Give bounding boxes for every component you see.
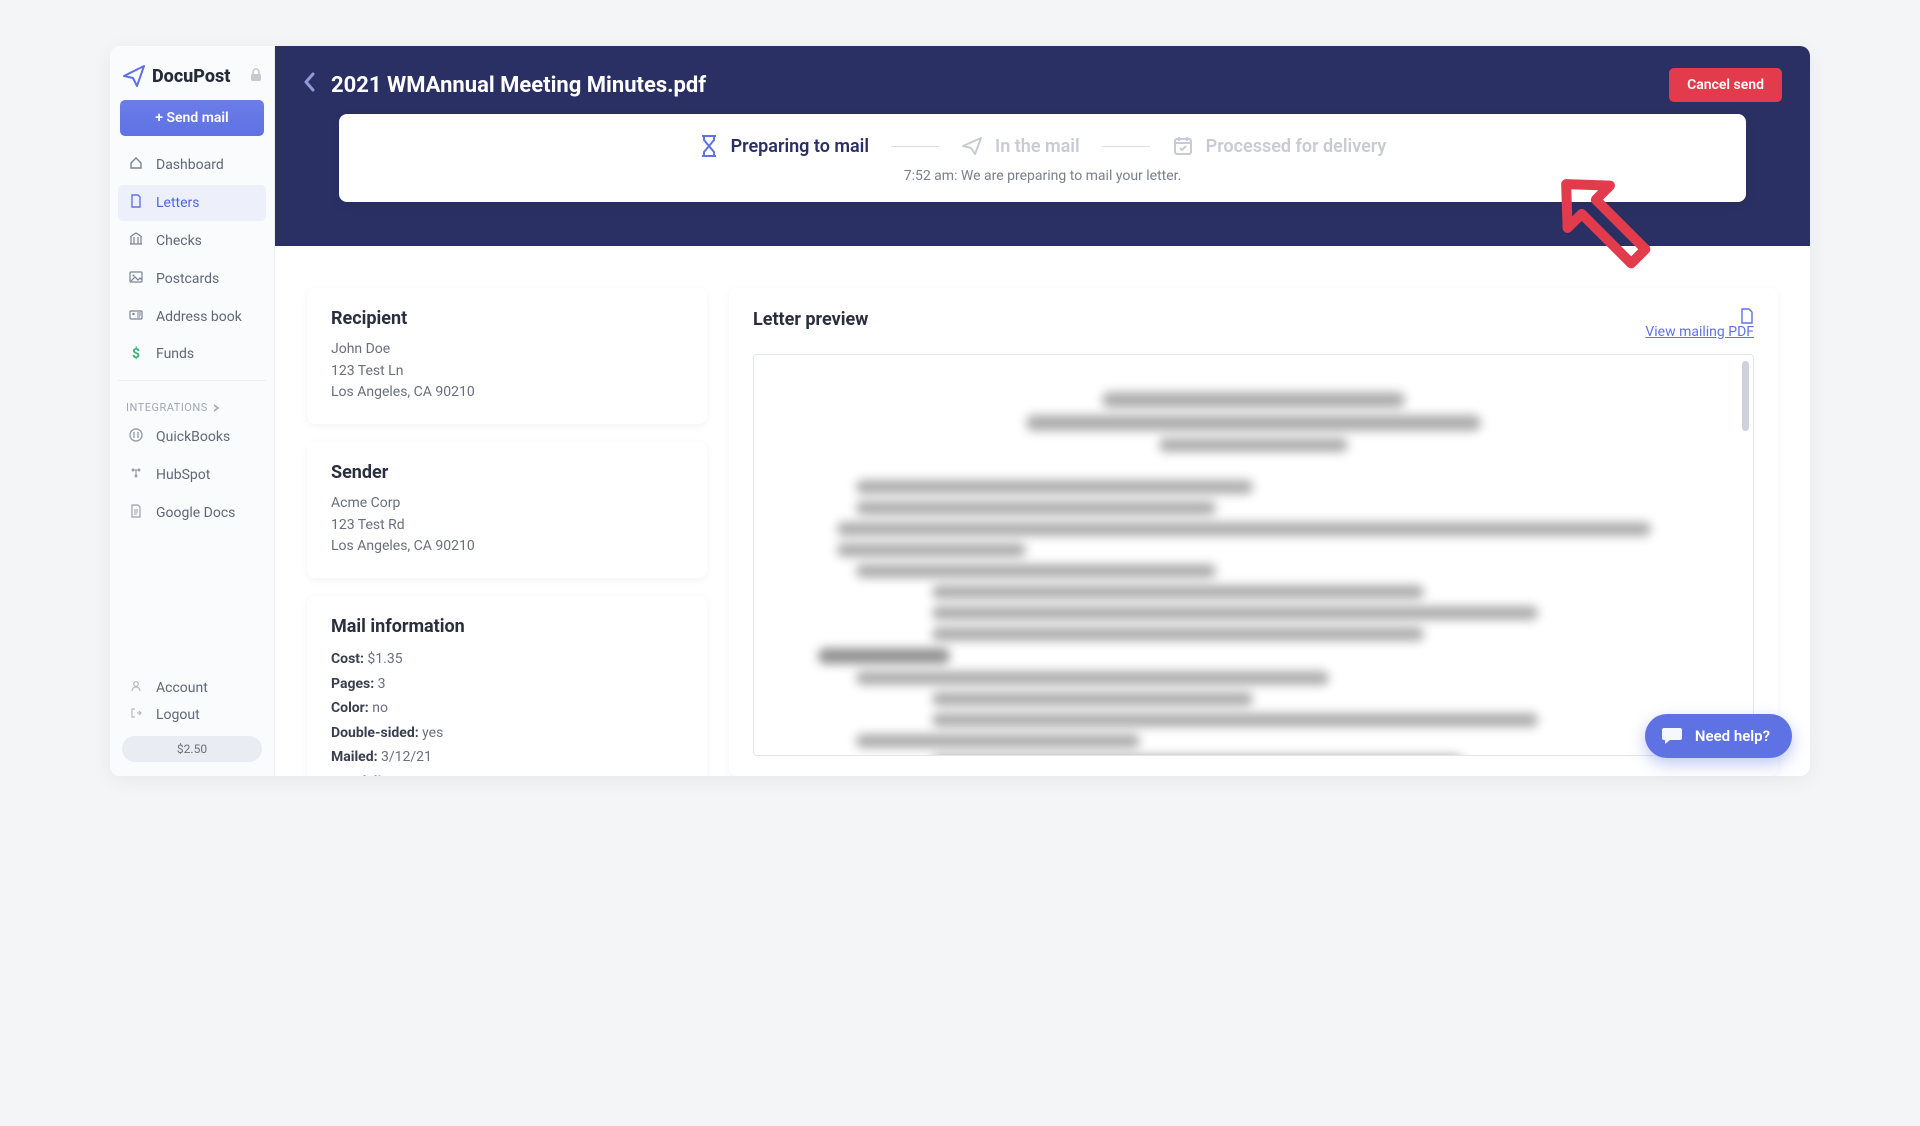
hourglass-icon xyxy=(699,134,719,158)
nav-postcards[interactable]: Postcards xyxy=(118,261,266,297)
brand-logo[interactable]: DocuPost xyxy=(118,60,266,100)
balance-pill[interactable]: $2.50 xyxy=(122,736,262,762)
recipient-heading: Recipient xyxy=(331,308,683,329)
file-icon xyxy=(128,194,144,212)
nav-checks[interactable]: Checks xyxy=(118,223,266,259)
info-est-delivery: Est. delivery: 3/18/21 xyxy=(331,770,683,776)
paper-plane-icon xyxy=(961,135,983,157)
doc-icon xyxy=(128,504,144,522)
hubspot-icon xyxy=(128,466,144,484)
nav-funds[interactable]: $ Funds xyxy=(118,337,266,371)
help-label: Need help? xyxy=(1695,727,1770,745)
step-divider xyxy=(891,146,939,147)
info-mailed: Mailed: 3/12/21 xyxy=(331,745,683,770)
image-icon xyxy=(128,270,144,288)
dollar-icon: $ xyxy=(128,346,144,362)
view-pdf-link[interactable]: View mailing PDF xyxy=(1645,324,1754,340)
nav-label: HubSpot xyxy=(156,467,210,483)
mail-info-card: Mail information Cost: $1.35 Pages: 3 Co… xyxy=(307,596,707,776)
progress-card: Preparing to mail In the mail Processed … xyxy=(339,114,1746,202)
nav-label: Checks xyxy=(156,233,202,249)
info-pages: Pages: 3 xyxy=(331,672,683,697)
step-in-mail: In the mail xyxy=(961,135,1080,157)
back-button[interactable] xyxy=(303,72,317,98)
step-divider xyxy=(1102,146,1150,147)
sender-card: Sender Acme Corp 123 Test Rd Los Angeles… xyxy=(307,442,707,578)
nav-letters[interactable]: Letters xyxy=(118,185,266,221)
lock-icon xyxy=(250,67,262,86)
bank-icon xyxy=(128,232,144,250)
step-label: Preparing to mail xyxy=(731,136,869,157)
letter-preview-card: Letter preview View mailing PDF xyxy=(729,288,1778,776)
nav-label: Funds xyxy=(156,346,194,362)
nav-dashboard[interactable]: Dashboard xyxy=(118,147,266,183)
preview-document[interactable] xyxy=(753,354,1754,756)
chevron-right-icon xyxy=(212,404,220,412)
sidebar: DocuPost + Send mail Dashboard Letters C… xyxy=(110,46,275,776)
recipient-name: John Doe xyxy=(331,339,683,361)
status-text: 7:52 am: We are preparing to mail your l… xyxy=(369,168,1716,184)
nav-address-book[interactable]: Address book xyxy=(118,299,266,335)
integrations-header[interactable]: INTEGRATIONS xyxy=(118,389,266,418)
blurred-content xyxy=(780,392,1727,756)
recipient-addr2: Los Angeles, CA 90210 xyxy=(331,382,683,404)
nav-label: Address book xyxy=(156,309,242,325)
send-mail-button[interactable]: + Send mail xyxy=(120,100,264,136)
nav-label: Google Docs xyxy=(156,505,235,521)
account-link[interactable]: Account xyxy=(118,675,266,701)
chat-icon xyxy=(1661,726,1683,746)
help-widget[interactable]: Need help? xyxy=(1645,714,1792,758)
info-color: Color: no xyxy=(331,696,683,721)
info-cost: Cost: $1.35 xyxy=(331,647,683,672)
sender-heading: Sender xyxy=(331,462,683,483)
nav-label: Postcards xyxy=(156,271,219,287)
logout-link[interactable]: Logout xyxy=(118,702,266,728)
step-preparing: Preparing to mail xyxy=(699,134,869,158)
document-title: 2021 WMAnnual Meeting Minutes.pdf xyxy=(331,73,706,98)
logout-label: Logout xyxy=(156,707,200,723)
nav-label: Letters xyxy=(156,195,200,211)
step-label: Processed for delivery xyxy=(1206,136,1387,157)
mail-info-heading: Mail information xyxy=(331,616,683,637)
step-label: In the mail xyxy=(995,136,1080,157)
paper-plane-icon xyxy=(122,64,146,88)
top-bar: 2021 WMAnnual Meeting Minutes.pdf Cancel… xyxy=(275,46,1810,114)
nav-label: QuickBooks xyxy=(156,429,230,445)
step-processed: Processed for delivery xyxy=(1172,135,1387,157)
preview-scrollbar[interactable] xyxy=(1742,361,1749,431)
preview-heading: Letter preview xyxy=(753,309,868,330)
integration-quickbooks[interactable]: QuickBooks xyxy=(118,419,266,455)
info-double-sided: Double-sided: yes xyxy=(331,721,683,746)
integration-hubspot[interactable]: HubSpot xyxy=(118,457,266,493)
id-card-icon xyxy=(128,308,144,326)
pdf-icon xyxy=(1645,308,1754,324)
calendar-check-icon xyxy=(1172,135,1194,157)
sender-addr2: Los Angeles, CA 90210 xyxy=(331,536,683,558)
sender-name: Acme Corp xyxy=(331,493,683,515)
divider xyxy=(118,380,266,381)
brand-name: DocuPost xyxy=(152,66,230,87)
home-icon xyxy=(128,156,144,174)
integration-google-docs[interactable]: Google Docs xyxy=(118,495,266,531)
account-label: Account xyxy=(156,680,208,696)
sender-addr1: 123 Test Rd xyxy=(331,515,683,537)
recipient-card: Recipient John Doe 123 Test Ln Los Angel… xyxy=(307,288,707,424)
nav-label: Dashboard xyxy=(156,157,224,173)
cancel-send-button[interactable]: Cancel send xyxy=(1669,68,1782,102)
recipient-addr1: 123 Test Ln xyxy=(331,361,683,383)
main: 2021 WMAnnual Meeting Minutes.pdf Cancel… xyxy=(275,46,1810,776)
user-icon xyxy=(128,680,144,696)
quickbooks-icon xyxy=(128,428,144,446)
logout-icon xyxy=(128,707,144,723)
